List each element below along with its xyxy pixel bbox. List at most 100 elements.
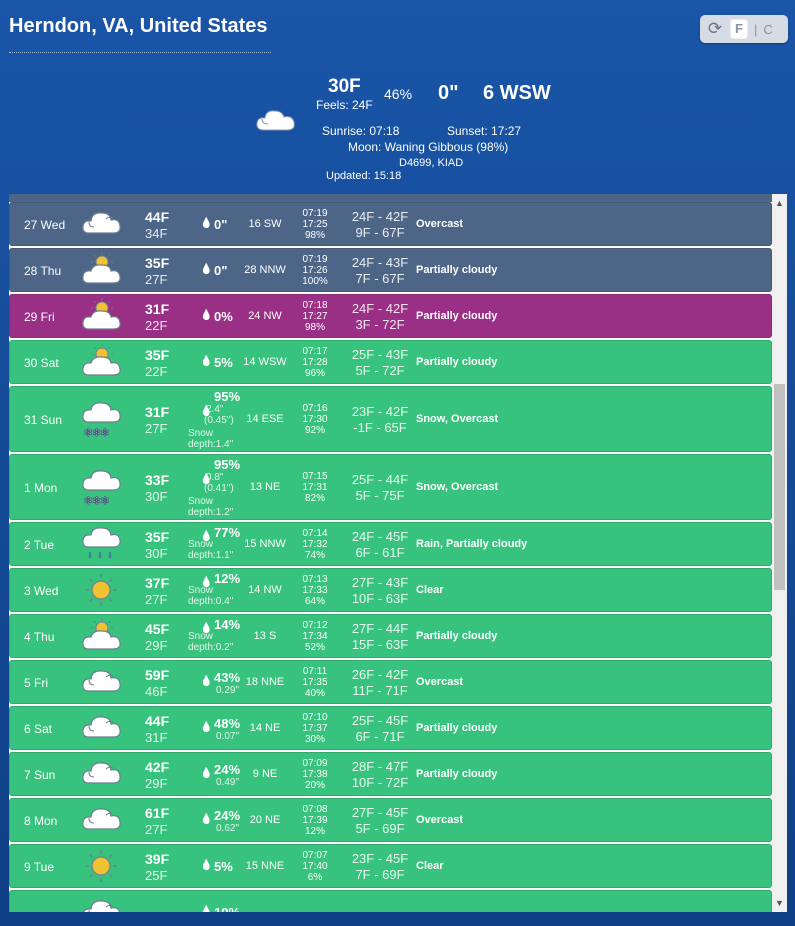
forecast-row[interactable]: 3 Wed 37F 27F 💧 12% Snow depth:0.4" 14 NW 07:13… (9, 568, 772, 612)
low-temp: 30F (145, 546, 168, 561)
low-range: 5F - 72F (355, 363, 405, 378)
low-temp: 31F (145, 730, 168, 745)
moon-phase: 98% (304, 322, 325, 333)
sunrise-time: 07:08 (302, 804, 328, 815)
high-range: 27F - 45F (351, 805, 409, 820)
unit-f-button[interactable]: F (730, 19, 748, 39)
raindrop-icon: 💧 (200, 264, 213, 275)
sunrise-time: 07:17 (302, 346, 328, 357)
forecast-row[interactable]: 31 Sun ✻✻✻ 31F 27F 💧 95% 2.4" (0.45") Snow depth… (9, 386, 772, 452)
forecast-row[interactable]: 30 Sat 35F 22F 💧 5% 14 WSW 07:17 17:28 96% 25F - … (9, 340, 772, 384)
raindrop-icon: 💧 (200, 218, 213, 229)
sunrise-time: 07:14 (302, 528, 328, 539)
wind: 14 NE (249, 722, 281, 734)
forecast-row[interactable]: 6 Sat 44F 31F 💧 48% 0.07" 14 NE 07:10 17:37 30% 25… (9, 706, 772, 750)
raindrop-icon: 💧 (200, 356, 213, 367)
partly-cloudy-icon (82, 344, 121, 376)
moon-phase: 100% (302, 276, 328, 287)
forecast-row[interactable]: 💧10% (9, 890, 772, 912)
precip-chance: 0" (214, 217, 228, 232)
high-range: 28F - 47F (351, 759, 409, 774)
moon-phase: 74% (304, 550, 325, 561)
controls: ⟳ F | C (700, 15, 788, 43)
overcast-icon (82, 900, 121, 912)
high-range: 25F - 43F (351, 347, 409, 362)
wind: 14 WSW (243, 356, 287, 368)
low-temp: 29F (145, 776, 168, 791)
forecast-row[interactable]: 8 Mon 61F 27F 💧 24% 0.62" 20 NE 07:08 17:39 12% 27… (9, 798, 772, 842)
sun-icon (85, 574, 117, 606)
day-label: 27 Wed (24, 218, 66, 232)
current-humidity: 46% (384, 86, 413, 102)
forecast-list[interactable]: 27 Wed 44F 34F 💧 0" 16 SW 07:19 17:25 98% 24F - 4… (9, 194, 787, 912)
high-range: 24F - 43F (351, 255, 409, 270)
sunrise-time: 07:19 (302, 254, 328, 265)
cloud-icon (256, 110, 295, 131)
forecast-row[interactable]: 1 Mon ✻✻✻ 33F 30F 💧 95% 0.8" (0.41") Snow depth:… (9, 454, 772, 520)
sunrise-time: 07:09 (302, 758, 328, 769)
precip-amount: 0.29" (216, 685, 240, 696)
precip-chance: 48% (214, 716, 241, 731)
high-temp: 45F (145, 621, 170, 637)
precip-chance: 95% (214, 389, 241, 404)
day-label: 4 Thu (24, 630, 55, 644)
precip-chance: 5% (214, 355, 233, 370)
day-label: 5 Fri (24, 676, 48, 690)
forecast-row[interactable]: 2 Tue 35F 30F 💧 77% Snow depth:1.1" 15 NNW 07:1… (9, 522, 772, 566)
low-range: 9F - 67F (355, 225, 405, 240)
forecast-row[interactable]: 9 Tue 39F 25F 💧 5% 15 NNE 07:07 17:40 6% 23F - 45… (9, 844, 772, 888)
raindrop-icon: 💧 (200, 906, 213, 912)
forecast-row[interactable]: 29 Fri 31F 22F 💧 0% 24 NW 07:18 17:27 98% 24F - 4… (9, 294, 772, 338)
current-station: D4699, KIAD (399, 157, 464, 169)
precip-liquid: (0.41") (204, 483, 234, 494)
high-temp: 35F (145, 347, 170, 363)
sunrise-time: 07:13 (302, 574, 328, 585)
wind: 15 NNW (244, 538, 286, 550)
scroll-thumb[interactable] (774, 384, 785, 590)
high-range: 27F - 43F (351, 575, 409, 590)
unit-c-button[interactable]: C (763, 22, 772, 37)
low-range: 10F - 72F (351, 775, 409, 790)
sunset-time: 17:30 (302, 414, 328, 425)
wind: 13 S (253, 630, 277, 642)
low-range: 6F - 71F (355, 729, 405, 744)
day-label: 8 Mon (24, 814, 58, 828)
low-range: -1F - 65F (353, 420, 407, 435)
high-range: 25F - 44F (351, 472, 409, 487)
sunset-time: 17:40 (302, 861, 328, 872)
forecast-row[interactable]: 28 Thu 35F 27F 💧 0" 28 NNW 07:19 17:26 100% 24F -… (9, 248, 772, 292)
forecast-row[interactable]: 5 Fri 59F 46F 💧 43% 0.29" 18 NNE 07:11 17:35 40% 2… (9, 660, 772, 704)
wind: 15 NNE (245, 860, 285, 872)
sunrise-time: 07:15 (302, 471, 328, 482)
sunset-time: 17:35 (302, 677, 328, 688)
low-temp: 22F (145, 364, 168, 379)
snow-icon: ✻✻✻ (82, 470, 121, 508)
wind: 18 NNE (245, 676, 285, 688)
high-temp: 35F (145, 255, 170, 271)
low-temp: 34F (145, 226, 168, 241)
sunset-time: 17:26 (302, 265, 328, 276)
precip-amount: 2.4" (206, 404, 224, 415)
sun-icon (85, 850, 117, 882)
scrollbar[interactable]: ▲ ▼ (772, 194, 787, 912)
sunset-time: 17:37 (302, 723, 328, 734)
current-wind: 6 WSW (483, 82, 551, 104)
conditions: Clear (416, 584, 444, 596)
high-range: 23F - 42F (351, 404, 409, 419)
conditions: Overcast (416, 814, 464, 826)
current-updated: Updated: 15:18 (326, 170, 402, 182)
low-range: 5F - 69F (355, 821, 405, 836)
precip-amount: 0.8" (206, 472, 224, 483)
refresh-icon[interactable]: ⟳ (706, 20, 724, 38)
precip-amount: 0.49" (216, 777, 240, 788)
raindrop-icon: 💧 (200, 814, 213, 825)
low-temp: 27F (145, 592, 168, 607)
day-label: 31 Sun (24, 413, 63, 427)
scroll-up-arrow[interactable]: ▲ (772, 196, 787, 210)
high-temp: 44F (145, 713, 170, 729)
conditions: Snow, Overcast (416, 413, 499, 425)
forecast-row[interactable]: 7 Sun 42F 29F 💧 24% 0.49" 9 NE 07:09 17:38 20% 28F… (9, 752, 772, 796)
scroll-down-arrow[interactable]: ▼ (772, 896, 787, 910)
forecast-row[interactable]: 27 Wed 44F 34F 💧 0" 16 SW 07:19 17:25 98% 24F - 4… (9, 202, 772, 246)
forecast-row[interactable]: 4 Thu 45F 29F 💧 14% Snow depth:0.2" 13 S 07:12 1… (9, 614, 772, 658)
